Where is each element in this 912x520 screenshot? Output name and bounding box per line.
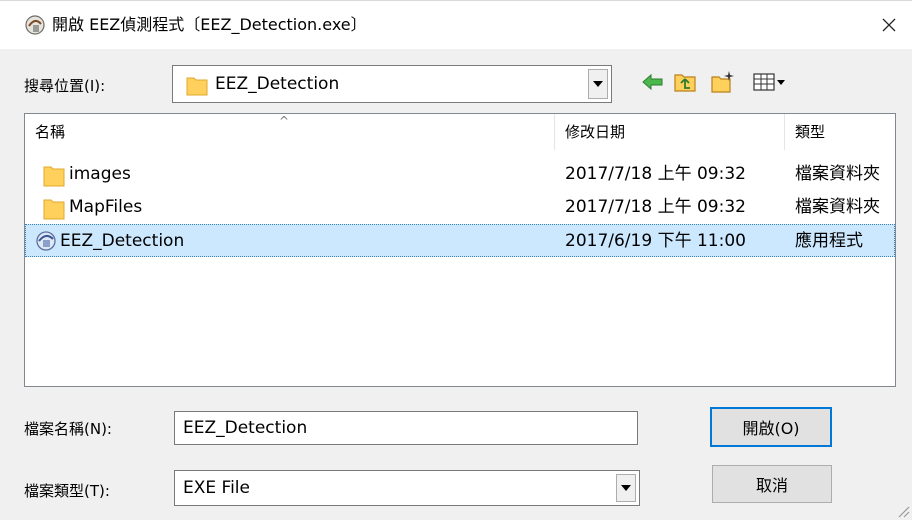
file-type-dropdown-button[interactable]: [616, 474, 636, 502]
look-in-combo[interactable]: EEZ_Detection: [172, 65, 612, 103]
view-menu-icon: [753, 73, 785, 91]
list-item[interactable]: MapFiles 2017/7/18 上午 09:32 檔案資料夾: [25, 191, 895, 224]
look-in-dropdown-button[interactable]: [588, 69, 608, 99]
list-item[interactable]: EEZ_Detection 2017/6/19 下午 11:00 應用程式: [25, 224, 895, 257]
chevron-down-icon: [621, 485, 631, 491]
close-icon: [882, 18, 896, 32]
back-button[interactable]: [640, 69, 666, 95]
folder-icon: [43, 166, 65, 187]
file-type: 檔案資料夾: [795, 197, 880, 217]
open-file-dialog: 開啟 EEZ偵測程式〔EEZ_Detection.exe〕 搜尋位置(I): E…: [0, 0, 912, 520]
file-type: 檔案資料夾: [795, 164, 880, 184]
list-item[interactable]: images 2017/7/18 上午 09:32 檔案資料夾: [25, 158, 895, 191]
file-type-value: EXE File: [183, 478, 250, 498]
chevron-down-icon: [593, 81, 603, 87]
file-name-label: 檔案名稱(N):: [24, 420, 112, 438]
file-date: 2017/6/19 下午 11:00: [565, 231, 746, 251]
app-icon: [25, 15, 45, 35]
file-type: 應用程式: [795, 231, 863, 251]
folder-icon: [43, 199, 65, 220]
column-header-date[interactable]: 修改日期: [555, 114, 785, 150]
up-folder-icon: [674, 74, 696, 92]
file-list[interactable]: 名稱 ^ 修改日期 類型 images 2017/7/18 上午 09:32 檔…: [24, 113, 896, 387]
look-in-label: 搜尋位置(I):: [24, 77, 106, 95]
file-date: 2017/7/18 上午 09:32: [565, 197, 746, 217]
file-name: images: [69, 164, 131, 184]
cancel-button[interactable]: 取消: [712, 465, 832, 503]
new-folder-button[interactable]: [710, 69, 736, 95]
file-date: 2017/7/18 上午 09:32: [565, 164, 746, 184]
title-bar: 開啟 EEZ偵測程式〔EEZ_Detection.exe〕: [0, 1, 912, 49]
back-icon: [642, 73, 663, 91]
exe-icon: [36, 231, 56, 251]
close-button[interactable]: [872, 9, 906, 41]
column-header-name[interactable]: 名稱: [25, 114, 555, 150]
folder-icon: [186, 77, 208, 96]
file-type-label: 檔案類型(T):: [24, 482, 110, 500]
view-menu-button[interactable]: [752, 69, 788, 95]
resize-grip-icon[interactable]: [896, 504, 910, 518]
sort-indicator: ^: [279, 114, 290, 128]
new-folder-icon: [711, 71, 734, 93]
file-name: MapFiles: [69, 197, 143, 217]
file-name: EEZ_Detection: [60, 231, 185, 251]
column-header-type[interactable]: 類型: [785, 114, 895, 150]
look-in-value: EEZ_Detection: [215, 74, 340, 94]
up-folder-button[interactable]: [672, 69, 698, 95]
file-type-combo[interactable]: EXE File: [174, 470, 640, 506]
file-name-field[interactable]: EEZ_Detection: [174, 411, 638, 445]
open-button[interactable]: 開啟(O): [710, 407, 832, 447]
window-title: 開啟 EEZ偵測程式〔EEZ_Detection.exe〕: [52, 15, 367, 34]
